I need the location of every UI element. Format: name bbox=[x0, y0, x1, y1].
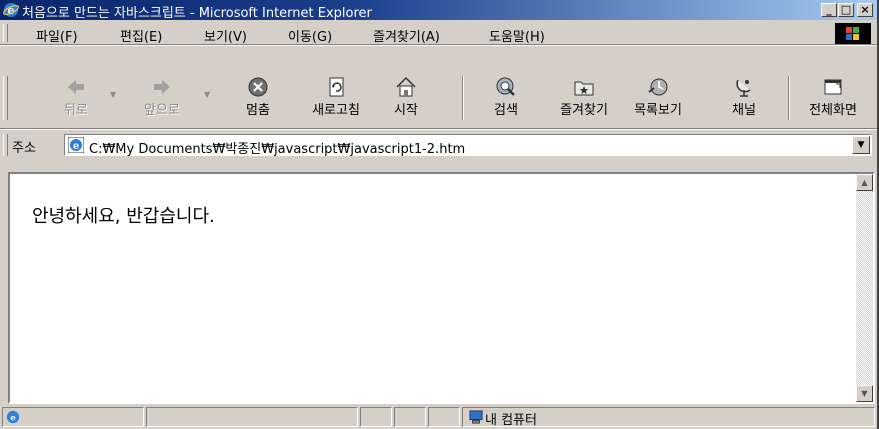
search-label: 검색 bbox=[494, 103, 518, 118]
back-dropdown-icon[interactable]: ▼ bbox=[110, 90, 116, 99]
channels-label: 채널 bbox=[732, 103, 756, 118]
stop-button[interactable]: 멈춤 bbox=[238, 76, 278, 118]
close-button[interactable]: × bbox=[857, 3, 873, 17]
status-pane-main: e bbox=[2, 407, 144, 427]
address-input[interactable]: e C:₩My Documents₩박종진₩javascript₩javascr… bbox=[64, 134, 872, 157]
history-label: 목록보기 bbox=[634, 103, 682, 118]
stop-icon bbox=[248, 77, 268, 97]
browser-window: e 처음으로 만드는 자바스크립트 - Microsoft Internet E… bbox=[0, 0, 879, 429]
fullscreen-icon bbox=[824, 79, 842, 95]
status-pane-b bbox=[394, 407, 426, 427]
status-zone-text: 내 컴퓨터 bbox=[485, 413, 537, 428]
scroll-up-button[interactable]: ▲ bbox=[856, 174, 873, 191]
search-icon bbox=[496, 77, 515, 96]
stop-label: 멈춤 bbox=[246, 103, 270, 118]
address-grip[interactable] bbox=[3, 134, 8, 156]
windows-flag-icon bbox=[846, 27, 859, 40]
menu-view[interactable]: 보기(V) bbox=[204, 26, 247, 45]
computer-icon bbox=[469, 410, 483, 424]
vertical-scrollbar[interactable]: ▲ ▼ bbox=[856, 174, 873, 402]
home-icon bbox=[396, 76, 416, 97]
forward-button[interactable]: 앞으로 bbox=[134, 76, 190, 118]
address-dropdown-button[interactable]: ▼ bbox=[852, 136, 870, 154]
favorites-label: 즐겨찾기 bbox=[560, 103, 608, 118]
status-pane-progress bbox=[146, 407, 358, 427]
maximize-glyph: □ bbox=[840, 3, 852, 16]
home-button[interactable]: 시작 bbox=[386, 76, 426, 118]
refresh-label: 새로고침 bbox=[312, 103, 360, 118]
address-label: 주소 bbox=[12, 141, 36, 156]
maximize-button[interactable]: □ bbox=[838, 3, 854, 17]
toolbar-separator-1 bbox=[462, 76, 464, 120]
address-bar: 주소 e C:₩My Documents₩박종진₩javascript₩java… bbox=[0, 132, 877, 158]
back-arrow-icon bbox=[68, 80, 84, 94]
menu-toolbar-separator bbox=[0, 44, 877, 46]
home-label: 시작 bbox=[394, 103, 418, 118]
search-button[interactable]: 검색 bbox=[486, 76, 526, 118]
toolbar-separator-2 bbox=[788, 76, 790, 120]
toolbar-address-separator bbox=[0, 128, 877, 130]
forward-dropdown-icon[interactable]: ▼ bbox=[204, 90, 210, 99]
favorites-icon bbox=[574, 81, 594, 96]
status-pane-a bbox=[360, 407, 392, 427]
page-status-icon: e bbox=[6, 410, 20, 424]
address-value[interactable]: C:₩My Documents₩박종진₩javascript₩javascrip… bbox=[89, 138, 465, 157]
status-pane-zone: 내 컴퓨터 bbox=[462, 407, 875, 428]
forward-label: 앞으로 bbox=[144, 103, 180, 118]
channels-icon bbox=[736, 79, 751, 97]
page-icon: e bbox=[68, 137, 84, 153]
refresh-button[interactable]: 새로고침 bbox=[300, 76, 372, 118]
channels-button[interactable]: 채널 bbox=[724, 76, 764, 118]
minimize-button[interactable]: _ bbox=[821, 3, 837, 17]
menu-help[interactable]: 도움말(H) bbox=[489, 26, 545, 45]
title-bar[interactable]: e 처음으로 만드는 자바스크립트 - Microsoft Internet E… bbox=[0, 0, 877, 21]
history-icon bbox=[648, 78, 668, 96]
menu-edit[interactable]: 편집(E) bbox=[120, 26, 162, 45]
back-label: 뒤로 bbox=[64, 103, 88, 118]
close-glyph: × bbox=[860, 3, 870, 16]
minimize-glyph: _ bbox=[826, 3, 832, 16]
menu-go[interactable]: 이동(G) bbox=[288, 26, 332, 45]
page-text: 안녕하세요, 반갑습니다. bbox=[32, 206, 215, 227]
forward-arrow-icon bbox=[154, 80, 170, 94]
svg-text:e: e bbox=[10, 414, 16, 424]
refresh-icon bbox=[329, 77, 344, 97]
windows-logo bbox=[835, 23, 871, 44]
menu-grip[interactable] bbox=[3, 24, 8, 42]
history-button[interactable]: 목록보기 bbox=[618, 76, 698, 118]
window-title: 처음으로 만드는 자바스크립트 - Microsoft Internet Exp… bbox=[22, 6, 372, 21]
menu-bar: 파일(F) 편집(E) 보기(V) 이동(G) 즐겨찾기(A) 도움말(H) bbox=[0, 22, 877, 45]
status-bar: e 내 컴퓨터 bbox=[0, 405, 877, 429]
fullscreen-button[interactable]: 전체화면 bbox=[798, 76, 868, 118]
ie-logo-icon: e bbox=[3, 3, 19, 17]
page-content: 안녕하세요, 반갑습니다. bbox=[10, 174, 856, 402]
favorites-button[interactable]: 즐겨찾기 bbox=[552, 76, 616, 118]
toolbar-grip[interactable] bbox=[3, 76, 8, 120]
fullscreen-label: 전체화면 bbox=[809, 103, 857, 118]
svg-text:e: e bbox=[73, 141, 79, 152]
menu-file[interactable]: 파일(F) bbox=[36, 26, 78, 45]
menu-favorites[interactable]: 즐겨찾기(A) bbox=[373, 26, 440, 45]
scroll-down-button[interactable]: ▼ bbox=[856, 385, 873, 402]
status-pane-c bbox=[428, 407, 460, 427]
back-button[interactable]: 뒤로 bbox=[56, 76, 96, 118]
